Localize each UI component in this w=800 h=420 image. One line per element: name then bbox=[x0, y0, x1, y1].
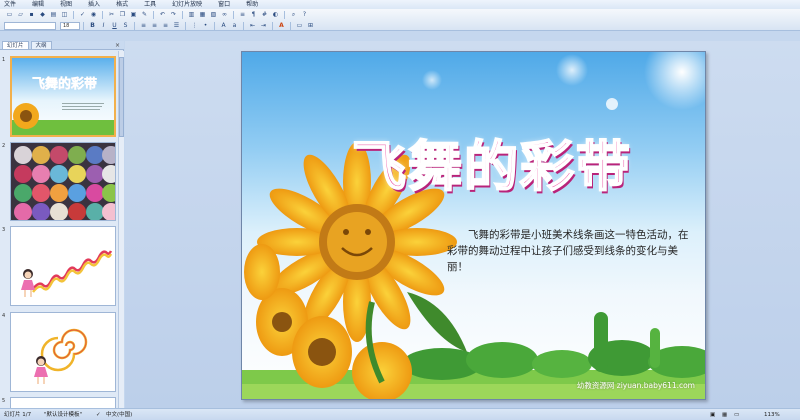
slides-panel: 幻灯片 大纲 × 1 飞舞的彩带 2 3 4 5 bbox=[0, 41, 124, 411]
increase-font-icon[interactable]: A bbox=[219, 22, 228, 30]
thumb-number: 2 bbox=[2, 143, 6, 149]
cut-icon[interactable]: ✂ bbox=[107, 11, 116, 19]
redo-icon[interactable]: ↷ bbox=[169, 11, 178, 19]
thumbnail-1-image bbox=[12, 58, 114, 135]
panel-tabs: 幻灯片 大纲 × bbox=[0, 41, 124, 50]
bullets-icon[interactable]: • bbox=[201, 22, 210, 30]
research-icon[interactable]: ◉ bbox=[89, 11, 98, 19]
font-size-combo[interactable]: 18 bbox=[60, 21, 80, 30]
menu-view[interactable]: 视图 bbox=[56, 0, 84, 9]
print-icon[interactable]: ▤ bbox=[49, 11, 58, 19]
show-formatting-icon[interactable]: ¶ bbox=[249, 11, 258, 19]
view-normal-icon[interactable]: ▣ bbox=[710, 411, 715, 419]
align-right-icon[interactable]: ≡ bbox=[161, 22, 170, 30]
watermark-text: 幼教资源网 ziyuan.baby611.com bbox=[576, 381, 695, 390]
menu-edit[interactable]: 编辑 bbox=[28, 0, 56, 9]
print-preview-icon[interactable]: ◫ bbox=[60, 11, 69, 19]
font-name-combo[interactable] bbox=[4, 21, 56, 30]
menu-file[interactable]: 文件 bbox=[0, 0, 28, 9]
italic-icon[interactable]: I bbox=[99, 22, 108, 30]
table-icon[interactable]: ▦ bbox=[198, 11, 207, 19]
shadow-icon[interactable]: S bbox=[121, 22, 130, 30]
color-grayscale-icon[interactable]: ◐ bbox=[271, 11, 280, 19]
decrease-indent-icon[interactable]: ⇤ bbox=[248, 22, 257, 30]
thumb-1-title: 飞舞的彩带 bbox=[32, 77, 98, 93]
slide-count: 幻灯片 1/7 bbox=[4, 412, 32, 418]
help-icon[interactable]: ? bbox=[300, 11, 309, 19]
standard-toolbar: ▭ ▱ ▪ ◆ ▤ ◫ ✓ ◉ ✂ ❐ ▣ ✎ ↶ ↷ ▥ ▦ ▧ ∞ ≡ ¶ … bbox=[0, 9, 310, 20]
tables-borders-icon[interactable]: ▧ bbox=[209, 11, 218, 19]
bold-icon[interactable]: B bbox=[88, 22, 97, 30]
close-icon[interactable]: × bbox=[115, 42, 120, 49]
slide-thumbnail-1[interactable]: 飞舞的彩带 bbox=[10, 56, 116, 137]
slide-thumbnail-3[interactable] bbox=[10, 226, 116, 306]
new-slide-icon[interactable]: ⊞ bbox=[306, 22, 315, 30]
increase-indent-icon[interactable]: ⇥ bbox=[259, 22, 268, 30]
format-painter-icon[interactable]: ✎ bbox=[140, 11, 149, 19]
numbering-icon[interactable]: ⋮ bbox=[190, 22, 199, 30]
slide-design-icon[interactable]: ▭ bbox=[295, 22, 304, 30]
toolbar-area: ▭ ▱ ▪ ◆ ▤ ◫ ✓ ◉ ✂ ❐ ▣ ✎ ↶ ↷ ▥ ▦ ▧ ∞ ≡ ¶ … bbox=[0, 9, 800, 31]
language-status: 中文(中国) bbox=[106, 412, 133, 418]
spelling-icon[interactable]: ✓ bbox=[78, 11, 87, 19]
zoom-icon[interactable]: ⌕ bbox=[289, 11, 298, 19]
tab-slides[interactable]: 幻灯片 bbox=[2, 41, 29, 49]
scrollbar-thumb[interactable] bbox=[119, 57, 124, 137]
paste-icon[interactable]: ▣ bbox=[129, 11, 138, 19]
slide-thumbnail-2[interactable] bbox=[10, 142, 116, 221]
undo-icon[interactable]: ↶ bbox=[158, 11, 167, 19]
open-icon[interactable]: ▱ bbox=[16, 11, 25, 19]
new-icon[interactable]: ▭ bbox=[5, 11, 14, 19]
ribbons-photo bbox=[11, 143, 115, 220]
template-name: "默认设计模板" bbox=[44, 412, 83, 418]
expand-all-icon[interactable]: ≡ bbox=[238, 11, 247, 19]
slide-background-art bbox=[242, 52, 705, 399]
slide-title[interactable]: 飞舞的彩带 bbox=[342, 122, 642, 201]
thumb-number: 4 bbox=[2, 313, 6, 319]
underline-icon[interactable]: U bbox=[110, 22, 119, 30]
distribute-icon[interactable]: ☰ bbox=[172, 22, 181, 30]
menu-bar: 文件 编辑 视图 插入 格式 工具 幻灯片放映 窗口 帮助 bbox=[0, 0, 800, 9]
menu-format[interactable]: 格式 bbox=[112, 0, 140, 9]
menu-window[interactable]: 窗口 bbox=[214, 0, 242, 9]
align-center-icon[interactable]: ≡ bbox=[150, 22, 159, 30]
decrease-font-icon[interactable]: a bbox=[230, 22, 239, 30]
thumbnail-scrollbar[interactable] bbox=[118, 51, 124, 408]
spellcheck-icon: ✓ bbox=[96, 412, 101, 418]
status-bar: 幻灯片 1/7 "默认设计模板" ✓ 中文(中国) ▣ ▦ ▭ 113% bbox=[0, 408, 800, 420]
tab-outline[interactable]: 大纲 bbox=[30, 41, 52, 49]
align-left-icon[interactable]: ≡ bbox=[139, 22, 148, 30]
menu-tools[interactable]: 工具 bbox=[140, 0, 168, 9]
thumb-number: 5 bbox=[2, 398, 6, 404]
slide-thumbnail-4[interactable] bbox=[10, 312, 116, 392]
thumb-number: 3 bbox=[2, 227, 6, 233]
view-slideshow-icon[interactable]: ▭ bbox=[734, 411, 739, 419]
formatting-toolbar: 18 B I U S ≡ ≡ ≡ ☰ ⋮ • A a ⇤ ⇥ A ▭ ⊞ bbox=[0, 20, 316, 31]
font-color-icon[interactable]: A bbox=[277, 22, 286, 30]
chart-icon[interactable]: ▥ bbox=[187, 11, 196, 19]
menu-help[interactable]: 帮助 bbox=[242, 0, 270, 9]
thumbnail-3-image bbox=[11, 227, 115, 305]
copy-icon[interactable]: ❐ bbox=[118, 11, 127, 19]
menu-insert[interactable]: 插入 bbox=[84, 0, 112, 9]
current-slide[interactable]: 飞舞的彩带 飞舞的彩带是小班美术线条画这一特色活动，在彩带的舞动过程中让孩子们感… bbox=[241, 51, 706, 400]
menu-slideshow[interactable]: 幻灯片放映 bbox=[168, 0, 214, 9]
hyperlink-icon[interactable]: ∞ bbox=[220, 11, 229, 19]
slide-editing-area: 飞舞的彩带 飞舞的彩带是小班美术线条画这一特色活动，在彩带的舞动过程中让孩子们感… bbox=[125, 41, 800, 408]
grid-icon[interactable]: # bbox=[260, 11, 269, 19]
permission-icon[interactable]: ◆ bbox=[38, 11, 47, 19]
slide-body-text[interactable]: 飞舞的彩带是小班美术线条画这一特色活动，在彩带的舞动过程中让孩子们感受到线条的变… bbox=[447, 227, 692, 275]
thumb-number: 1 bbox=[2, 57, 6, 63]
view-sorter-icon[interactable]: ▦ bbox=[722, 411, 727, 419]
save-icon[interactable]: ▪ bbox=[27, 11, 36, 19]
thumbnail-4-image bbox=[11, 313, 115, 391]
zoom-level[interactable]: 113% bbox=[764, 411, 780, 419]
